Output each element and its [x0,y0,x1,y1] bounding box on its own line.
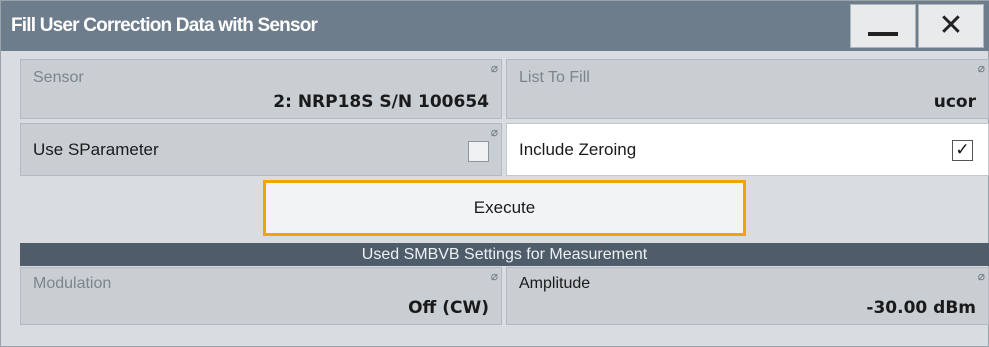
include-zeroing-field[interactable]: Include Zeroing ✓ [506,123,989,176]
modulation-value: Off (CW) [408,298,489,318]
sensor-label: Sensor [33,69,84,86]
readonly-icon: ⌀ [490,125,498,139]
list-to-fill-label: List To Fill [519,69,590,86]
readonly-icon: ⌀ [977,269,985,283]
readonly-icon: ⌀ [977,61,985,75]
dialog-title: Fill User Correction Data with Sensor [11,15,318,36]
sensor-value: 2: NRP18S S/N 100654 [273,92,489,112]
readonly-icon: ⌀ [490,61,498,75]
include-zeroing-label: Include Zeroing [519,140,637,159]
minimize-button[interactable] [850,4,916,48]
list-to-fill-field[interactable]: List To Fill ⌀ ucor [506,59,989,119]
amplitude-field[interactable]: Amplitude ⌀ -30.00 dBm [506,267,989,325]
list-to-fill-value: ucor [933,92,976,112]
execute-button[interactable]: Execute [263,180,746,236]
readonly-icon: ⌀ [490,269,498,283]
use-sparameter-field[interactable]: Use SParameter ⌀ [20,123,502,176]
amplitude-label: Amplitude [519,275,591,292]
minimize-icon [868,32,898,36]
section-header: Used SMBVB Settings for Measurement [20,243,989,266]
sensor-field[interactable]: Sensor ⌀ 2: NRP18S S/N 100654 [20,59,502,119]
modulation-label: Modulation [33,275,112,292]
use-sparameter-label: Use SParameter [33,140,159,159]
amplitude-value: -30.00 dBm [866,298,976,318]
modulation-field[interactable]: Modulation ⌀ Off (CW) [20,267,502,325]
close-icon: ✕ [938,8,964,43]
use-sparameter-checkbox[interactable] [468,141,489,162]
include-zeroing-checkbox[interactable]: ✓ [952,140,973,161]
close-button[interactable]: ✕ [918,4,984,48]
fill-user-correction-dialog: Fill User Correction Data with Sensor ✕ … [0,0,989,347]
checkmark-icon: ✓ [955,140,970,160]
dialog-titlebar: Fill User Correction Data with Sensor ✕ [1,1,989,51]
